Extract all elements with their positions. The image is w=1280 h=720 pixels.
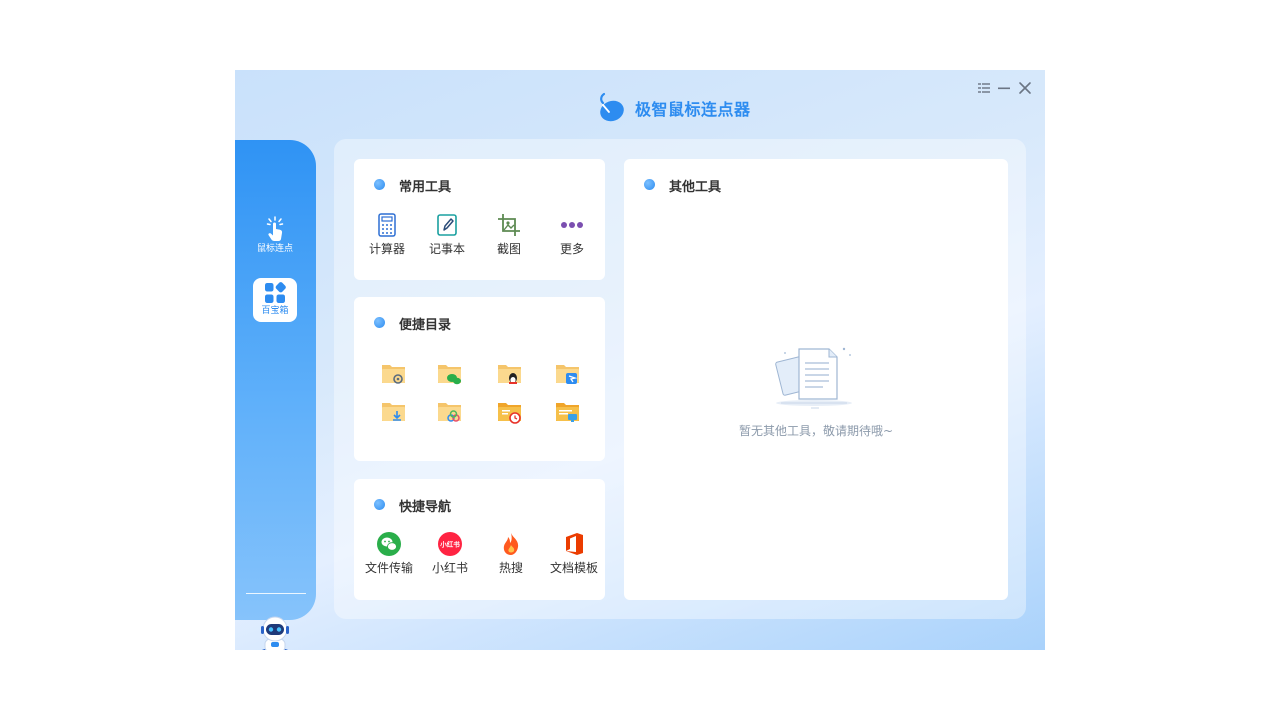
empty-document-icon: [775, 347, 852, 409]
quick-navigation-card: 快捷导航 文件传输 小红书 小红书 热搜 文档模板: [354, 479, 605, 600]
hot-search-button[interactable]: 热搜: [481, 532, 541, 576]
sidebar-divider: [246, 593, 306, 594]
qq-folder-icon[interactable]: [496, 361, 524, 387]
nav-label: 小红书: [431, 561, 468, 575]
grid-apps-icon: [265, 282, 286, 303]
recent-folder-icon[interactable]: [496, 399, 524, 425]
xiaohongshu-icon: 小红书: [438, 532, 462, 556]
xiaohongshu-badge-text: 小红书: [439, 540, 460, 549]
cloud-folder-icon[interactable]: [436, 399, 464, 425]
content-panel: 常用工具 计算器 记事本 截图 更多 便捷目录 快捷导航 文件传输 小红书 小红…: [334, 139, 1026, 619]
wechat-icon: [377, 532, 401, 556]
other-tools-card: 其他工具 暂无其他工具，敬请期待哦~: [624, 159, 1008, 600]
more-tools-button[interactable]: 更多: [542, 213, 602, 257]
section-dot: [374, 499, 385, 510]
app-title: 极智鼠标连点器: [635, 100, 751, 119]
crop-icon: [498, 214, 520, 236]
other-tools-title: 其他工具: [669, 180, 722, 195]
tool-label: 更多: [559, 242, 584, 256]
dingtalk-folder-icon[interactable]: [554, 361, 582, 387]
download-folder-icon[interactable]: [380, 399, 408, 425]
menu-icon[interactable]: [976, 80, 992, 96]
screenshot-button[interactable]: 截图: [479, 213, 539, 257]
section-dot: [644, 179, 655, 190]
nav-label: 文件传输: [364, 561, 413, 575]
sidebar-item-label: 百宝箱: [261, 306, 289, 316]
wechat-folder-icon[interactable]: [436, 361, 464, 387]
quick-navigation-title: 快捷导航: [399, 500, 452, 515]
empty-state-text: 暂无其他工具，敬请期待哦~: [738, 424, 894, 438]
sidebar: 鼠标连点 百宝箱: [235, 140, 316, 650]
desktop-folder-icon[interactable]: [554, 399, 582, 425]
sidebar-item-mouse-clicker[interactable]: 鼠标连点: [253, 212, 297, 256]
sidebar-item-toolbox[interactable]: 百宝箱: [253, 278, 297, 322]
doc-templates-button[interactable]: 文档模板: [544, 532, 604, 576]
close-icon[interactable]: [1017, 80, 1033, 96]
tool-label: 截图: [496, 242, 521, 256]
file-transfer-button[interactable]: 文件传输: [359, 532, 419, 576]
notepad-icon: [437, 214, 457, 236]
nav-label: 文档模板: [549, 561, 598, 575]
fire-icon: [503, 533, 519, 555]
calculator-button[interactable]: 计算器: [357, 213, 417, 257]
sidebar-item-label: 鼠标连点: [256, 244, 293, 254]
tool-label: 计算器: [368, 242, 405, 256]
minimize-icon[interactable]: [996, 80, 1012, 96]
common-tools-card: 常用工具 计算器 记事本 截图 更多: [354, 159, 605, 280]
robot-assistant-icon[interactable]: [255, 615, 295, 650]
title-bar: 极智鼠标连点器: [235, 70, 1045, 140]
calculator-icon: [378, 213, 396, 237]
section-dot: [374, 179, 385, 190]
mouse-logo-icon: [600, 92, 624, 122]
office-icon: [566, 533, 583, 555]
nav-label: 热搜: [498, 561, 523, 575]
app-window: 极智鼠标连点器 鼠标连点 百宝箱 常用工具 计算器 记事本 截图 更多 便捷目录…: [235, 70, 1045, 650]
section-dot: [374, 317, 385, 328]
xiaohongshu-button[interactable]: 小红书 小红书: [420, 532, 480, 576]
gear-folder-icon[interactable]: [380, 361, 408, 387]
tool-label: 记事本: [428, 242, 465, 256]
more-icon: [561, 222, 583, 228]
common-tools-title: 常用工具: [399, 180, 452, 195]
quick-directory-title: 便捷目录: [399, 318, 452, 333]
click-hand-icon: [266, 216, 284, 241]
quick-directory-card: 便捷目录: [354, 297, 605, 461]
notepad-button[interactable]: 记事本: [417, 213, 477, 257]
